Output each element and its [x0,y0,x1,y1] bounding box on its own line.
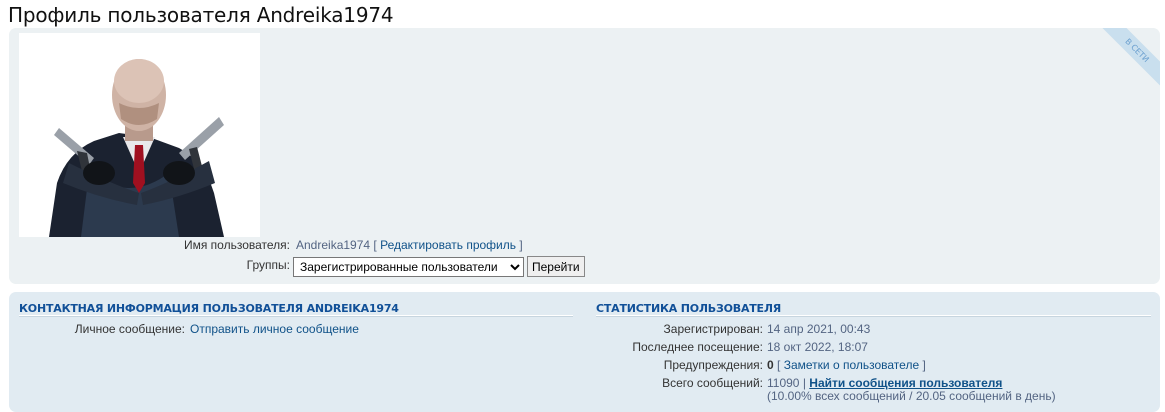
groups-label: Группы: [246,258,290,272]
user-avatar [19,33,260,237]
stats-divider [596,315,1151,317]
go-button[interactable]: Перейти [527,256,585,277]
posts-row: 11090 | Найти сообщения пользователя [767,376,1002,390]
posts-count: 11090 | [767,376,806,390]
page-title: Профиль пользователя Andreika1974 [8,3,394,27]
contact-heading: КОНТАКТНАЯ ИНФОРМАЦИЯ ПОЛЬЗОВАТЕЛЯ ANDRE… [19,302,399,315]
warnings-value: 0 [767,358,774,372]
profile-panel: В СЕТИ Имя пользователя: Andreika1974 [ … [9,28,1160,284]
user-notes-link[interactable]: Заметки о пользователе [784,358,919,372]
online-badge-label: В СЕТИ [1100,28,1160,88]
stats-heading: СТАТИСТИКА ПОЛЬЗОВАТЕЛЯ [596,302,782,315]
notes-bracket-close: ] [922,358,926,372]
username-label: Имя пользователя: [183,238,290,252]
posts-label: Всего сообщений: [662,376,763,390]
last-visit-value: 18 окт 2022, 18:07 [767,340,868,354]
posts-detail: (10.00% всех сообщений / 20.05 сообщений… [767,389,1056,403]
online-badge: В СЕТИ [1100,28,1160,88]
edit-bracket-open: [ [373,238,377,252]
send-pm-link[interactable]: Отправить личное сообщение [190,322,359,336]
avatar-image [19,33,260,237]
warnings-row: 0 [ Заметки о пользователе ] [767,358,926,372]
warnings-label: Предупреждения: [663,358,763,372]
last-visit-label: Последнее посещение: [632,340,763,354]
edit-profile-link[interactable]: Редактировать профиль [380,238,516,252]
info-panel: КОНТАКТНАЯ ИНФОРМАЦИЯ ПОЛЬЗОВАТЕЛЯ ANDRE… [9,292,1160,412]
edit-bracket-close: ] [519,238,523,252]
search-user-posts-link[interactable]: Найти сообщения пользователя [809,376,1002,390]
groups-select[interactable]: Зарегистрированные пользователи [293,257,524,277]
username-value: Andreika1974 [296,238,371,252]
pm-label: Личное сообщение: [74,322,185,336]
notes-bracket-open: [ [777,358,781,372]
registered-label: Зарегистрирован: [663,322,763,336]
registered-value: 14 апр 2021, 00:43 [767,322,871,336]
contact-divider [19,315,573,317]
username-row: Andreika1974 [ Редактировать профиль ] [296,238,523,252]
